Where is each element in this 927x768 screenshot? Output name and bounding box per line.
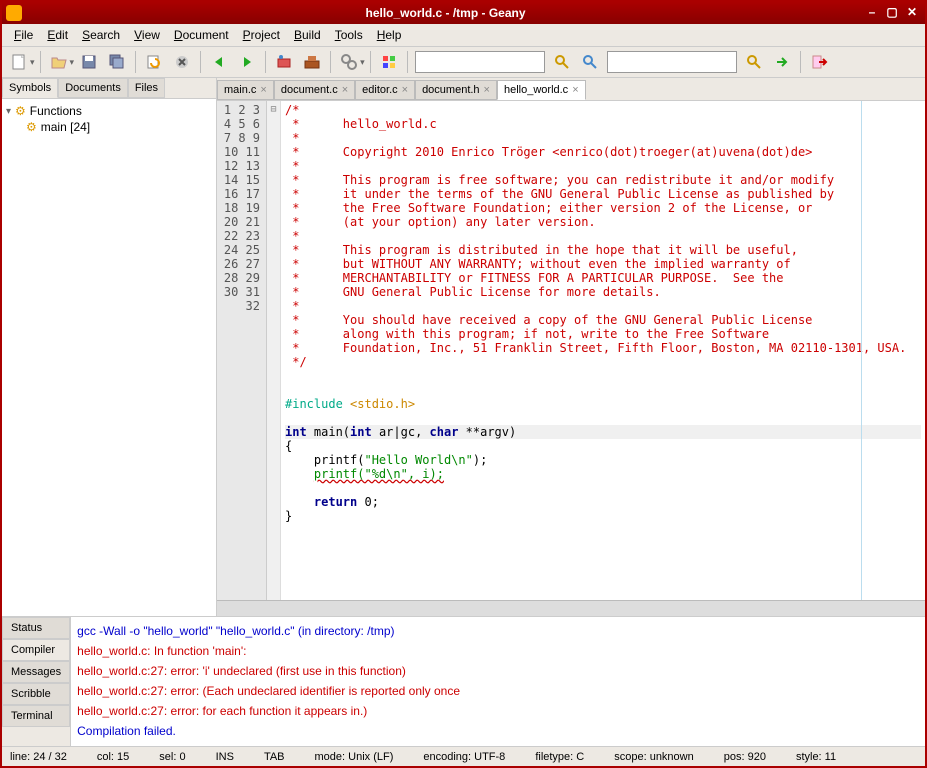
- save-all-button[interactable]: [104, 49, 130, 75]
- close-tab-icon[interactable]: ×: [260, 84, 266, 96]
- symbol-tree[interactable]: ▾⚙Functions ⚙main [24]: [2, 99, 216, 616]
- tab-status[interactable]: Status: [2, 617, 70, 639]
- status-line: line: 24 / 32: [10, 751, 67, 763]
- compiler-message[interactable]: hello_world.c:27: error: for each functi…: [77, 701, 919, 721]
- compile-button[interactable]: [271, 49, 297, 75]
- menu-help[interactable]: Help: [371, 26, 408, 44]
- tab-compiler[interactable]: Compiler: [2, 639, 70, 661]
- compiler-message[interactable]: hello_world.c:27: error: 'i' undeclared …: [77, 661, 919, 681]
- status-tab: TAB: [264, 751, 285, 763]
- dropdown-icon[interactable]: ▾: [30, 57, 35, 68]
- menu-project[interactable]: Project: [237, 26, 286, 44]
- find-button[interactable]: [549, 49, 575, 75]
- tree-root[interactable]: ▾⚙Functions: [6, 103, 212, 119]
- menu-file[interactable]: File: [8, 26, 39, 44]
- tab-files[interactable]: Files: [128, 78, 165, 98]
- close-file-button[interactable]: [169, 49, 195, 75]
- status-sel: sel: 0: [159, 751, 185, 763]
- doc-tab[interactable]: hello_world.c×: [497, 80, 586, 100]
- tab-messages[interactable]: Messages: [2, 661, 70, 683]
- message-area[interactable]: gcc -Wall -o "hello_world" "hello_world.…: [71, 617, 925, 746]
- goto-line-input[interactable]: [607, 51, 737, 73]
- close-tab-icon[interactable]: ×: [484, 84, 490, 96]
- close-button[interactable]: ✕: [903, 5, 921, 21]
- window-title: hello_world.c - /tmp - Geany: [28, 6, 863, 20]
- goto-button[interactable]: [741, 49, 767, 75]
- status-encoding: encoding: UTF-8: [423, 751, 505, 763]
- close-tab-icon[interactable]: ×: [402, 84, 408, 96]
- quit-button[interactable]: [806, 49, 832, 75]
- status-pos: pos: 920: [724, 751, 766, 763]
- status-scope: scope: unknown: [614, 751, 694, 763]
- compiler-message[interactable]: Compilation failed.: [77, 721, 919, 741]
- doc-tab[interactable]: document.h×: [415, 80, 497, 100]
- tab-terminal[interactable]: Terminal: [2, 705, 70, 727]
- menu-edit[interactable]: Edit: [41, 26, 74, 44]
- revert-button[interactable]: [141, 49, 167, 75]
- menu-document[interactable]: Document: [168, 26, 235, 44]
- goto-line-button[interactable]: [769, 49, 795, 75]
- find-in-files-button[interactable]: [577, 49, 603, 75]
- maximize-button[interactable]: ▢: [883, 5, 901, 21]
- status-style: style: 11: [796, 751, 836, 763]
- status-filetype: filetype: C: [535, 751, 584, 763]
- save-button[interactable]: [76, 49, 102, 75]
- doc-tab[interactable]: editor.c×: [355, 80, 415, 100]
- status-col: col: 15: [97, 751, 129, 763]
- statusbar: line: 24 / 32 col: 15 sel: 0 INS TAB mod…: [2, 746, 925, 766]
- status-ins: INS: [216, 751, 234, 763]
- menu-build[interactable]: Build: [288, 26, 327, 44]
- status-mode: mode: Unix (LF): [315, 751, 394, 763]
- minimize-button[interactable]: –: [863, 5, 881, 21]
- horizontal-scrollbar[interactable]: [217, 600, 925, 616]
- menu-view[interactable]: View: [128, 26, 166, 44]
- doc-tab[interactable]: main.c×: [217, 80, 274, 100]
- compiler-message[interactable]: hello_world.c: In function 'main':: [77, 641, 919, 661]
- color-chooser-button[interactable]: [376, 49, 402, 75]
- toolbar: ▾ ▾ ▾: [2, 47, 925, 78]
- tab-symbols[interactable]: Symbols: [2, 78, 58, 98]
- compiler-message[interactable]: gcc -Wall -o "hello_world" "hello_world.…: [77, 621, 919, 641]
- search-input[interactable]: [415, 51, 545, 73]
- menu-tools[interactable]: Tools: [329, 26, 369, 44]
- tab-documents[interactable]: Documents: [58, 78, 128, 98]
- menu-search[interactable]: Search: [76, 26, 126, 44]
- code-editor[interactable]: /* * hello_world.c * * Copyright 2010 En…: [281, 101, 925, 600]
- run-button[interactable]: [336, 49, 362, 75]
- sidebar: Symbols Documents Files ▾⚙Functions ⚙mai…: [2, 78, 217, 616]
- open-button[interactable]: [46, 49, 72, 75]
- back-button[interactable]: [206, 49, 232, 75]
- close-tab-icon[interactable]: ×: [572, 84, 578, 96]
- compiler-message[interactable]: hello_world.c:27: error: (Each undeclare…: [77, 681, 919, 701]
- forward-button[interactable]: [234, 49, 260, 75]
- new-file-button[interactable]: [6, 49, 32, 75]
- dropdown-icon[interactable]: ▾: [360, 57, 365, 68]
- titlebar: hello_world.c - /tmp - Geany – ▢ ✕: [2, 2, 925, 24]
- app-icon: [6, 5, 22, 21]
- right-margin: [861, 101, 862, 600]
- line-numbers: 1 2 3 4 5 6 7 8 9 10 11 12 13 14 15 16 1…: [217, 101, 267, 600]
- tab-scribble[interactable]: Scribble: [2, 683, 70, 705]
- menubar: File Edit Search View Document Project B…: [2, 24, 925, 47]
- fold-column[interactable]: ⊟: [267, 101, 281, 600]
- close-tab-icon[interactable]: ×: [342, 84, 348, 96]
- dropdown-icon[interactable]: ▾: [70, 57, 75, 68]
- doc-tab[interactable]: document.c×: [274, 80, 355, 100]
- build-button[interactable]: [299, 49, 325, 75]
- tree-item[interactable]: ⚙main [24]: [26, 119, 212, 135]
- document-tabs: main.c×document.c×editor.c×document.h×he…: [217, 78, 925, 101]
